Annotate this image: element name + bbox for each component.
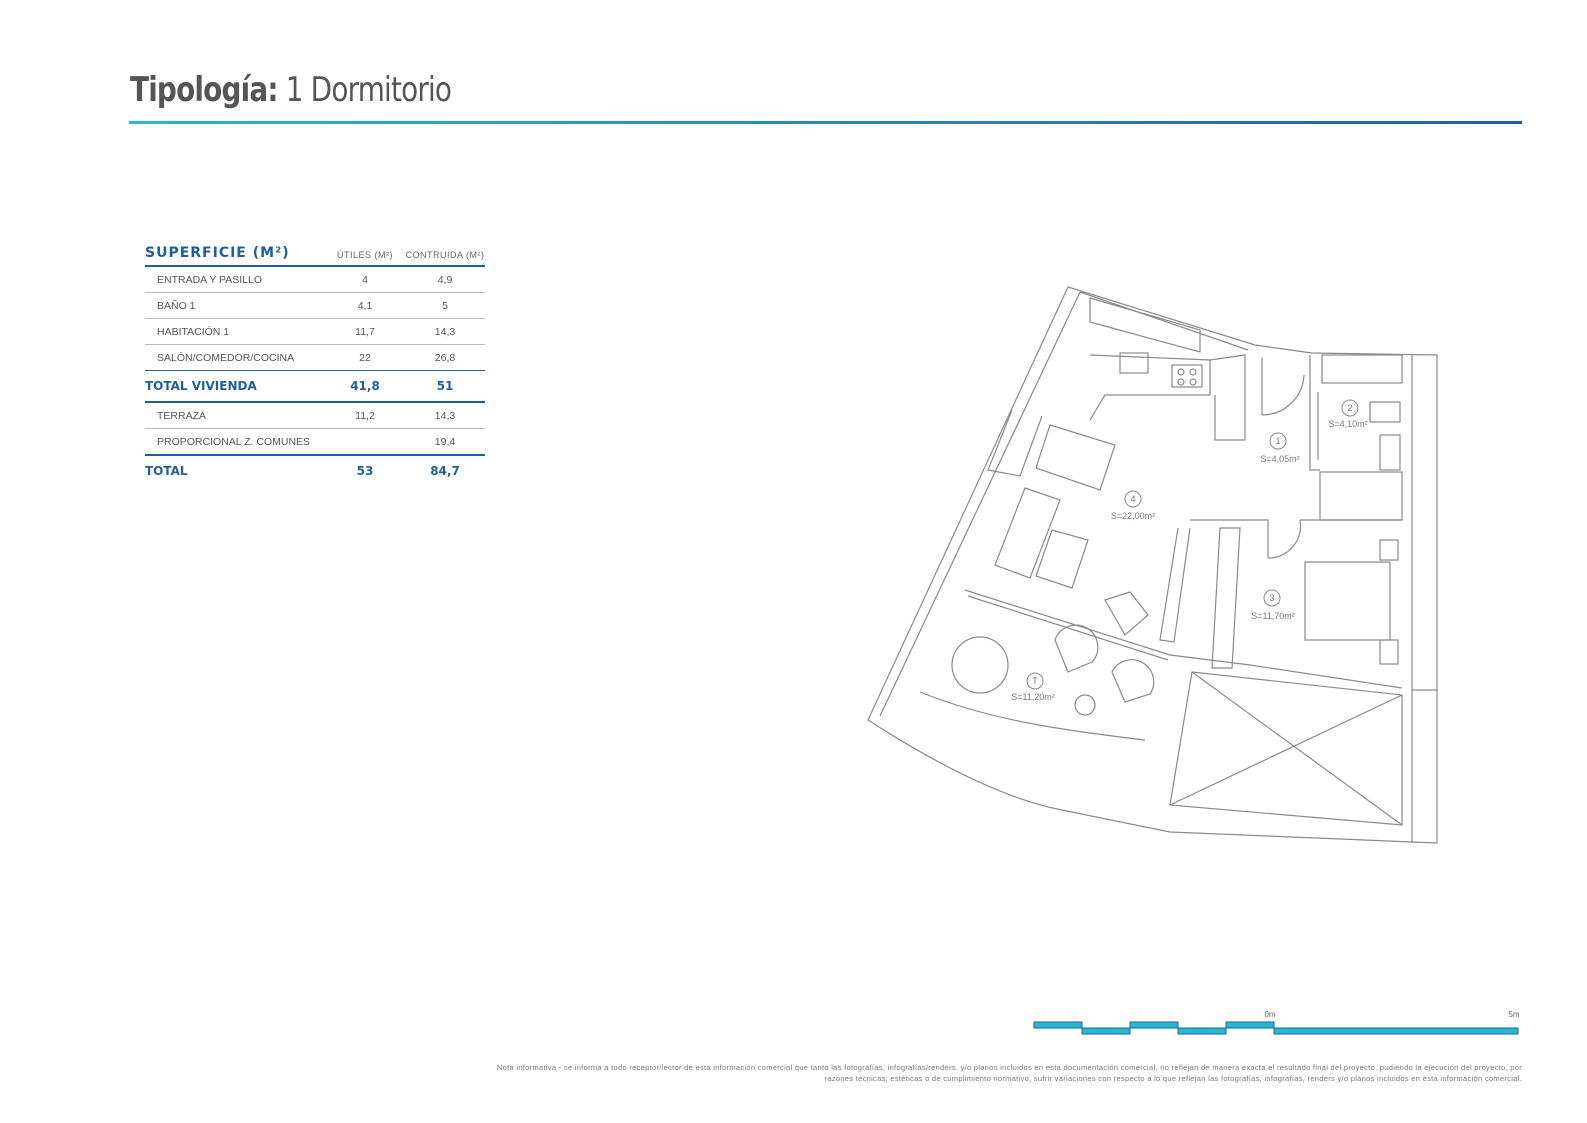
row-construida: 4,9 xyxy=(437,273,453,286)
row-utiles: 11,7 xyxy=(355,325,375,338)
row-construida: 19,4 xyxy=(434,435,456,448)
row-label: HABITACIÓN 1 xyxy=(157,325,230,338)
nightstand xyxy=(1379,639,1399,665)
room-area: S=4,05m² xyxy=(1260,454,1299,464)
total-vivienda-construida: 51 xyxy=(436,379,454,393)
room-area: S=11,70m² xyxy=(1251,611,1295,621)
row-utiles: 11,2 xyxy=(355,409,375,422)
terrace-wall-inner xyxy=(967,595,1169,661)
col-header-construida: CONTRUIDA (M²) xyxy=(405,250,485,260)
total-utiles: 53 xyxy=(356,464,374,478)
page-title: Tipología: 1 Dormitorio xyxy=(130,70,452,110)
bath-sink xyxy=(1369,401,1401,423)
row-label: BAÑO 1 xyxy=(157,299,196,312)
top-wall-inner xyxy=(1079,291,1249,351)
room-number: 4 xyxy=(1130,494,1135,504)
total-label: TOTAL xyxy=(145,464,188,478)
scale-segment xyxy=(1225,1021,1275,1029)
entrance-door-swing xyxy=(1261,374,1305,416)
scale-segment xyxy=(1273,1027,1519,1035)
table-row: HABITACIÓN 1 11,7 14,3 xyxy=(145,319,485,345)
nightstand xyxy=(1379,539,1399,561)
row-label: ENTRADA Y PASILLO xyxy=(157,273,263,286)
bedroom-door-swing xyxy=(1267,519,1302,559)
scale-bar: 0m 5m xyxy=(1033,1010,1520,1035)
left-wall-inner xyxy=(879,291,1081,717)
row-utiles: 4 xyxy=(362,273,368,286)
partition-wall xyxy=(1209,354,1246,441)
void-cross xyxy=(1169,671,1403,826)
row-construida: 5 xyxy=(442,299,448,312)
hall-wall xyxy=(1190,519,1269,558)
room-area: S=11,20m² xyxy=(1011,692,1055,702)
toilet xyxy=(1379,434,1401,471)
burner-icon xyxy=(1177,368,1185,376)
terrace-table xyxy=(951,636,1009,694)
table-row: SALÓN/COMEDOR/COCINA 22 26,8 xyxy=(145,345,485,370)
row-construida: 14,3 xyxy=(434,409,456,422)
right-wall xyxy=(1411,355,1437,843)
total-construida: 84,7 xyxy=(430,464,460,478)
room-number: 1 xyxy=(1275,436,1280,446)
burner-icon xyxy=(1177,378,1185,386)
col-header-utiles: ÚTILES (M²) xyxy=(337,250,393,260)
surface-heading: SUPERFICIE (M²) xyxy=(145,245,290,261)
title-prefix: Tipología: xyxy=(130,70,278,110)
sofa xyxy=(994,487,1061,579)
scale-segment xyxy=(1129,1021,1179,1029)
total-vivienda-utiles: 41,8 xyxy=(350,379,380,393)
table-row: TERRAZA 11,2 14,3 xyxy=(145,403,485,429)
title-typology: 1 Dormitorio xyxy=(285,70,452,110)
terrace-chair xyxy=(1111,659,1155,703)
surface-table: SUPERFICIE (M²) ÚTILES (M²) CONTRUIDA (M… xyxy=(145,240,485,486)
room-number: T xyxy=(1032,676,1038,686)
terrace-void xyxy=(1169,671,1403,826)
scale-end-label: 5m xyxy=(1508,1010,1519,1019)
scale-segment xyxy=(1033,1021,1083,1029)
terrace-wall xyxy=(964,589,1403,689)
bed xyxy=(1304,561,1391,641)
tv-unit xyxy=(1159,527,1191,643)
row-label: TERRAZA xyxy=(157,409,207,422)
title-underline xyxy=(129,121,1522,124)
scale-segment xyxy=(1081,1027,1131,1035)
terrace-side-table xyxy=(1074,694,1096,716)
floor-plan: 1 S=4,05m² 2 S=4,10m² 3 S=11,70m² 4 S=22… xyxy=(867,286,1438,844)
row-utiles: 4,1 xyxy=(357,299,373,312)
total-row: TOTAL 53 84,7 xyxy=(145,454,485,486)
coffee-table xyxy=(1035,529,1089,589)
bath-top-cabinet xyxy=(1321,354,1403,384)
top-shelf xyxy=(1089,297,1201,353)
row-label: SALÓN/COMEDOR/COCINA xyxy=(157,351,295,364)
scale-segment xyxy=(1177,1027,1227,1035)
dining-table xyxy=(1035,424,1116,491)
table-row: ENTRADA Y PASILLO 4 4,9 xyxy=(145,267,485,293)
total-vivienda-label: TOTAL VIVIENDA xyxy=(145,379,257,393)
surface-table-header: SUPERFICIE (M²) ÚTILES (M²) CONTRUIDA (M… xyxy=(145,240,485,267)
outer-wall xyxy=(867,286,1438,844)
room-number: 2 xyxy=(1347,403,1352,413)
row-construida: 14,3 xyxy=(434,325,456,338)
burner-icon xyxy=(1189,378,1197,386)
room-area: S=22,00m² xyxy=(1111,511,1155,521)
scale-start-label: 0m xyxy=(1264,1010,1275,1019)
room-area: S=4,10m² xyxy=(1328,419,1367,429)
terrace-chair xyxy=(1054,624,1099,673)
row-utiles: 22 xyxy=(359,351,371,364)
room-number: 3 xyxy=(1269,593,1274,603)
row-label: PROPORCIONAL Z. COMUNES xyxy=(157,435,311,448)
table-row: PROPORCIONAL Z. COMUNES 19,4 xyxy=(145,429,485,454)
armchair xyxy=(1104,591,1149,636)
total-vivienda-row: TOTAL VIVIENDA 41,8 51 xyxy=(145,370,485,403)
wardrobe xyxy=(1319,471,1403,521)
cooktop-icon xyxy=(1171,364,1203,388)
row-construida: 26,8 xyxy=(434,351,456,364)
closet xyxy=(1211,527,1241,669)
disclaimer-note: Nota informativa - se informa a todo rec… xyxy=(496,1063,1522,1083)
table-row: BAÑO 1 4,1 5 xyxy=(145,293,485,319)
burner-icon xyxy=(1189,368,1197,376)
